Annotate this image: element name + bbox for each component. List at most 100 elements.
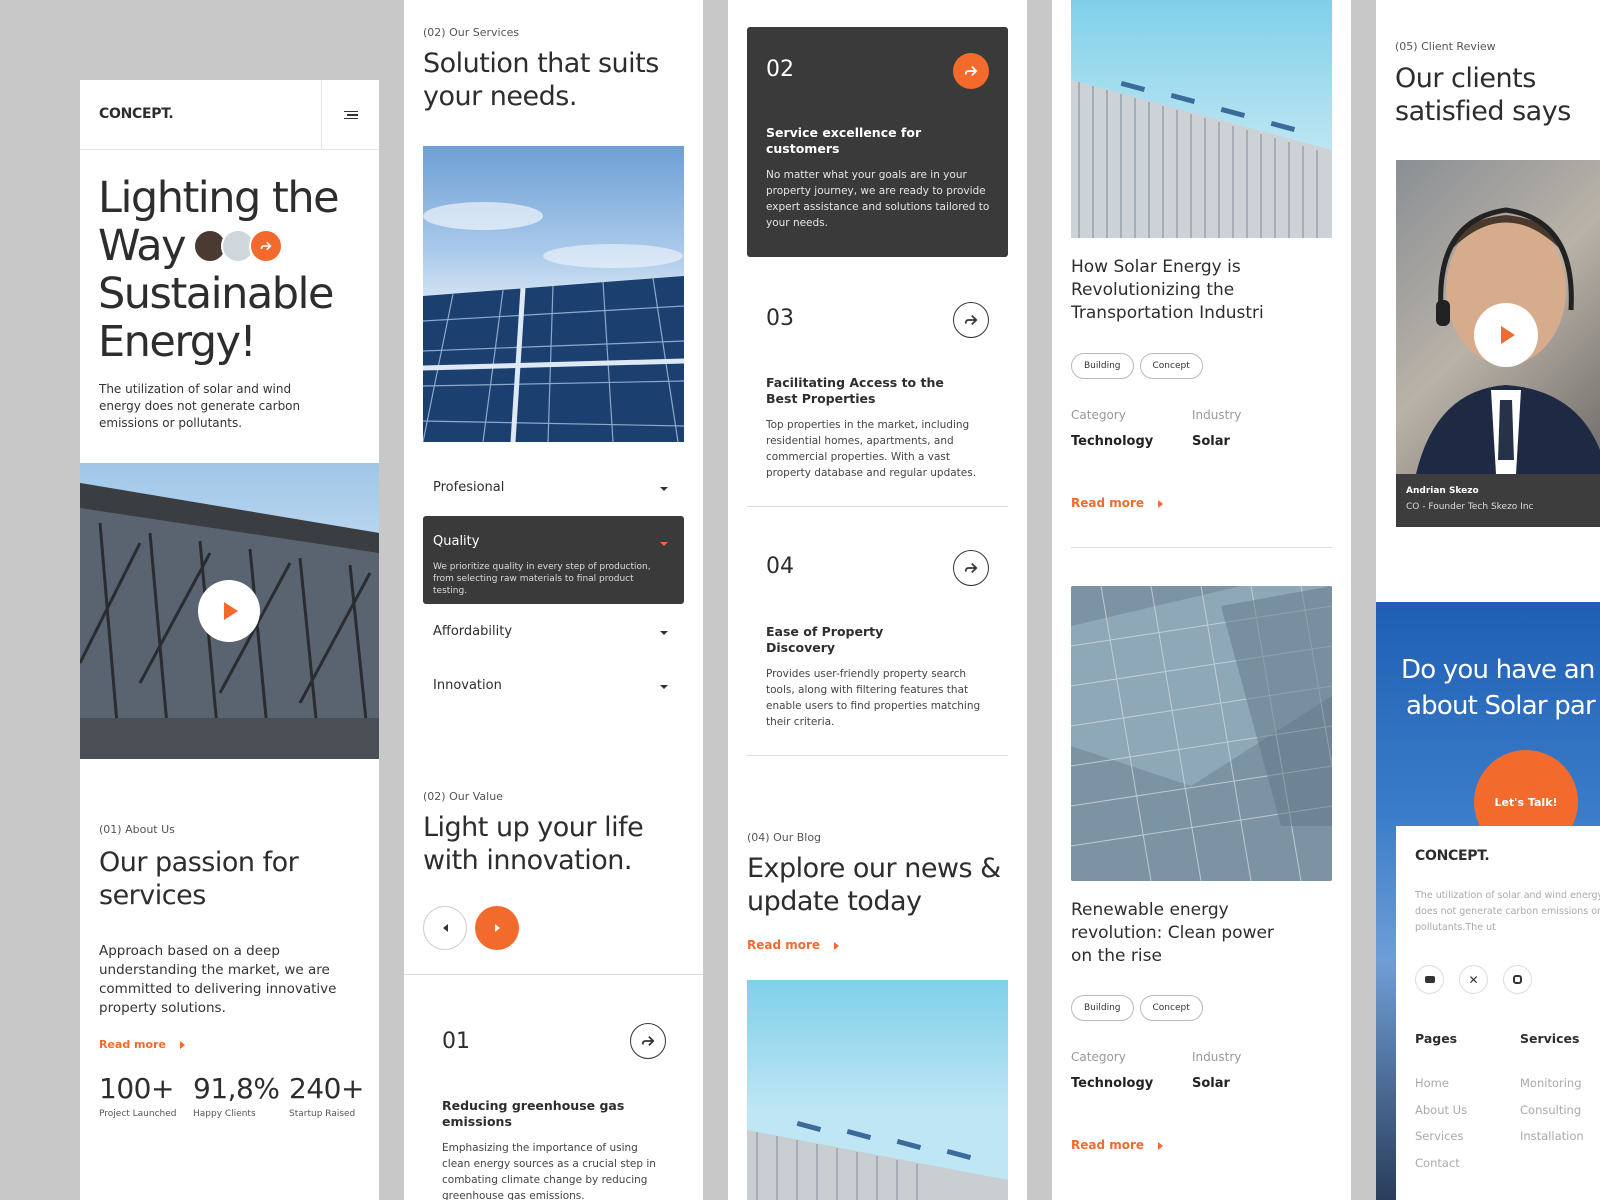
value-card-arrow-button[interactable] — [953, 302, 989, 338]
menu-button[interactable] — [321, 80, 379, 150]
review-section-label: (05) Client Review — [1395, 40, 1496, 53]
blog-post-tags: Building Concept — [1071, 353, 1209, 379]
value-card-arrow-button[interactable] — [953, 53, 989, 89]
about-section-label: (01) About Us — [99, 823, 175, 836]
footer-description: The utilization of solar and wind energy… — [1415, 890, 1600, 933]
x-twitter-icon[interactable]: ✕ — [1459, 965, 1488, 994]
value-card-title: Service excellence for customers — [766, 125, 922, 156]
value-card: 04 Ease of Property Discovery Provides u… — [747, 530, 1008, 755]
play-button[interactable] — [198, 580, 260, 642]
about-read-more-link[interactable]: Read more — [99, 1038, 185, 1051]
footer-link[interactable]: Contact — [1415, 1150, 1467, 1177]
meta-label: Category — [1071, 408, 1126, 422]
cta-title-line: Do you have an i — [1401, 655, 1600, 685]
blog-post-title[interactable]: Renewable energy revolution: Clean power… — [1071, 899, 1281, 968]
value-card-number: 02 — [766, 57, 794, 82]
value-card: 03 Facilitating Access to the Best Prope… — [747, 280, 1008, 506]
blog-section-label: (04) Our Blog — [747, 831, 822, 844]
value-card-arrow-button[interactable] — [953, 550, 989, 586]
value-section-label: (02) Our Value — [423, 790, 503, 803]
meta-value: Solar — [1192, 1076, 1230, 1091]
landing-column-services: (02) Our Services Solution that suits yo… — [404, 0, 703, 1200]
footer-link[interactable]: Home — [1415, 1070, 1467, 1097]
youtube-icon[interactable] — [1415, 965, 1444, 994]
cta-title-line: about Solar par — [1406, 691, 1596, 721]
footer-link[interactable]: Monitoring — [1520, 1070, 1584, 1097]
stat-label: Startup Raised — [289, 1109, 356, 1119]
prev-slide-button[interactable] — [423, 906, 467, 950]
hero-title-line: Way — [98, 221, 187, 271]
footer-link[interactable]: Consulting — [1520, 1097, 1584, 1124]
accordion-item-innovation[interactable]: Innovation — [423, 666, 684, 704]
play-icon — [1501, 326, 1515, 344]
value-card-text: No matter what your goals are in your pr… — [766, 169, 990, 229]
footer-pages-heading: Pages — [1415, 1031, 1458, 1046]
hero-arrow-button[interactable] — [249, 229, 284, 263]
services-title: Solution that suits your needs. — [423, 48, 659, 112]
tag-pill[interactable]: Building — [1071, 353, 1134, 379]
blog-post-image — [1071, 586, 1332, 881]
blog-image — [747, 980, 1008, 1200]
top-navbar: CONCEPT. — [80, 80, 379, 150]
landing-column-blog: How Solar Energy is Revolutionizing the … — [1052, 0, 1351, 1200]
blog-post-image — [1071, 0, 1332, 238]
blog-post-tags: Building Concept — [1071, 995, 1209, 1021]
cta-banner: Do you have an i about Solar par Let's T… — [1376, 602, 1600, 1200]
instagram-icon[interactable] — [1503, 965, 1532, 994]
value-card-text: Top properties in the market, including … — [766, 419, 977, 479]
footer-link[interactable]: Services — [1415, 1123, 1467, 1150]
accordion-item-quality[interactable]: Quality We prioritize quality in every s… — [423, 516, 684, 604]
meta-value: Solar — [1192, 434, 1230, 449]
landing-column-values: 02 Service excellence for customers No m… — [728, 0, 1027, 1200]
stat-value: 100+ — [99, 1072, 174, 1105]
social-links: ✕ — [1415, 965, 1532, 994]
value-card-number: 04 — [766, 554, 794, 579]
accordion-item-affordability[interactable]: Affordability — [423, 612, 684, 650]
tag-pill[interactable]: Building — [1071, 995, 1134, 1021]
about-title: Our passion for services — [99, 847, 299, 911]
accordion-body: We prioritize quality in every step of p… — [433, 562, 651, 596]
blog-post-read-more-link[interactable]: Read more — [1071, 496, 1164, 510]
tag-pill[interactable]: Concept — [1139, 353, 1203, 379]
footer-services-list: Monitoring Consulting Installation — [1520, 1070, 1584, 1150]
next-slide-button[interactable] — [475, 906, 519, 950]
value-card-title: Ease of Property Discovery — [766, 624, 884, 655]
solar-panel-image — [423, 146, 684, 442]
divider — [1071, 547, 1332, 548]
brand-logo[interactable]: CONCEPT. — [99, 106, 174, 122]
client-name: Andrian Skezo — [1406, 486, 1479, 496]
accordion-title: Affordability — [433, 624, 513, 639]
blog-read-more-link[interactable]: Read more — [747, 938, 840, 952]
caret-right-icon — [1158, 499, 1164, 508]
stat-label: Project Launched — [99, 1109, 177, 1119]
stat-value: 240+ — [289, 1072, 364, 1105]
footer-pages-list: Home About Us Services Contact — [1415, 1070, 1467, 1176]
footer-logo[interactable]: CONCEPT. — [1415, 848, 1490, 864]
footer-link[interactable]: Installation — [1520, 1123, 1584, 1150]
footer-card: CONCEPT. The utilization of solar and wi… — [1396, 826, 1600, 1200]
caret-down-icon — [660, 685, 668, 689]
value-card: 01 Reducing greenhouse gas emissions Emp… — [404, 975, 703, 1200]
accordion-item-profesional[interactable]: Profesional — [423, 470, 684, 508]
value-card-title: Facilitating Access to the Best Properti… — [766, 375, 944, 406]
share-arrow-icon — [260, 241, 272, 251]
divider — [747, 755, 1008, 756]
meta-value: Technology — [1071, 1076, 1154, 1091]
value-card-dark: 02 Service excellence for customers No m… — [747, 27, 1008, 257]
value-card-arrow-button[interactable] — [630, 1023, 666, 1059]
caret-left-icon — [442, 924, 448, 932]
footer-link[interactable]: About Us — [1415, 1097, 1467, 1124]
tag-pill[interactable]: Concept — [1139, 995, 1203, 1021]
stat-value: 91,8% — [193, 1072, 280, 1105]
value-card-title: Reducing greenhouse gas emissions — [442, 1098, 625, 1129]
blog-post-title[interactable]: How Solar Energy is Revolutionizing the … — [1071, 256, 1291, 325]
blog-post-read-more-link[interactable]: Read more — [1071, 1138, 1164, 1152]
play-button[interactable] — [1474, 303, 1538, 367]
caret-down-icon — [660, 487, 668, 491]
blog-title: Explore our news & update today — [747, 853, 1001, 917]
stat-item: 91,8% Happy Clients — [193, 1072, 280, 1119]
meta-label: Industry — [1192, 408, 1242, 422]
cta-title: Do you have an i about Solar par — [1401, 652, 1600, 724]
review-title: Our clients satisfied says — [1395, 63, 1571, 127]
stat-item: 100+ Project Launched — [99, 1072, 177, 1119]
